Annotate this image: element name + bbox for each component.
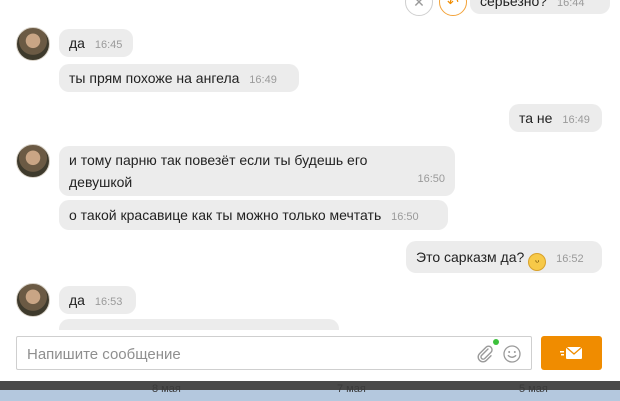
avatar[interactable] [16,27,50,61]
message-bubble-out: Это сарказм да? ᵕ 16:52 [406,241,602,273]
message-bubble-out: та не 16:49 [509,104,602,132]
close-icon[interactable]: ✕ [405,0,433,16]
message-bubble-top: серьезно? 16:44 [470,0,610,14]
smile-emoji-icon: ᵕ [528,253,547,271]
reply-icon[interactable]: ↶ [439,0,467,16]
bottom-strip: 8 мая 7 мая 5 мая [0,381,620,401]
date-label: 5 мая [519,383,548,395]
message-bubble-in: и тому парню так повезёт если ты будешь … [59,146,455,196]
avatar[interactable] [16,283,50,317]
date-label: 8 мая [152,383,181,395]
message-text: о такой красавице как ты можно только ме… [69,207,382,223]
chat-area: ✕ ↶ серьезно? 16:44 да 16:45 ты прям пох… [0,0,620,330]
message-time: 16:50 [391,211,419,223]
message-text: и тому парню так повезёт если ты будешь … [69,152,368,190]
message-text: да [69,292,85,308]
message-bubble-in: ты прям похоже на ангела 16:49 [59,64,299,92]
message-bubble-in-partial [59,319,339,330]
message-input[interactable] [25,343,469,365]
message-bubble-in: да 16:53 [59,286,136,314]
emoji-smile-icon[interactable] [502,344,522,364]
date-label: 7 мая [337,383,366,395]
send-button[interactable] [541,336,602,370]
message-text: серьезно? [480,0,548,9]
message-time: 16:45 [94,39,123,51]
message-time: 16:44 [556,0,585,9]
message-time: 16:52 [556,253,584,265]
message-composer [16,336,532,370]
message-text: ты прям похоже на ангела [69,70,240,86]
message-time: 16:50 [417,173,445,185]
attach-paperclip-icon[interactable] [475,344,495,364]
avatar[interactable] [16,144,50,178]
message-text: Это сарказм да? [416,249,525,265]
message-bubble-in: о такой красавице как ты можно только ме… [59,200,448,230]
message-text: да [69,35,85,51]
message-time: 16:49 [249,74,277,86]
message-text: та не [519,110,553,126]
message-time: 16:49 [562,114,590,126]
message-time: 16:53 [94,296,123,308]
message-bubble-in: да 16:45 [59,29,133,57]
send-icon [559,346,582,359]
